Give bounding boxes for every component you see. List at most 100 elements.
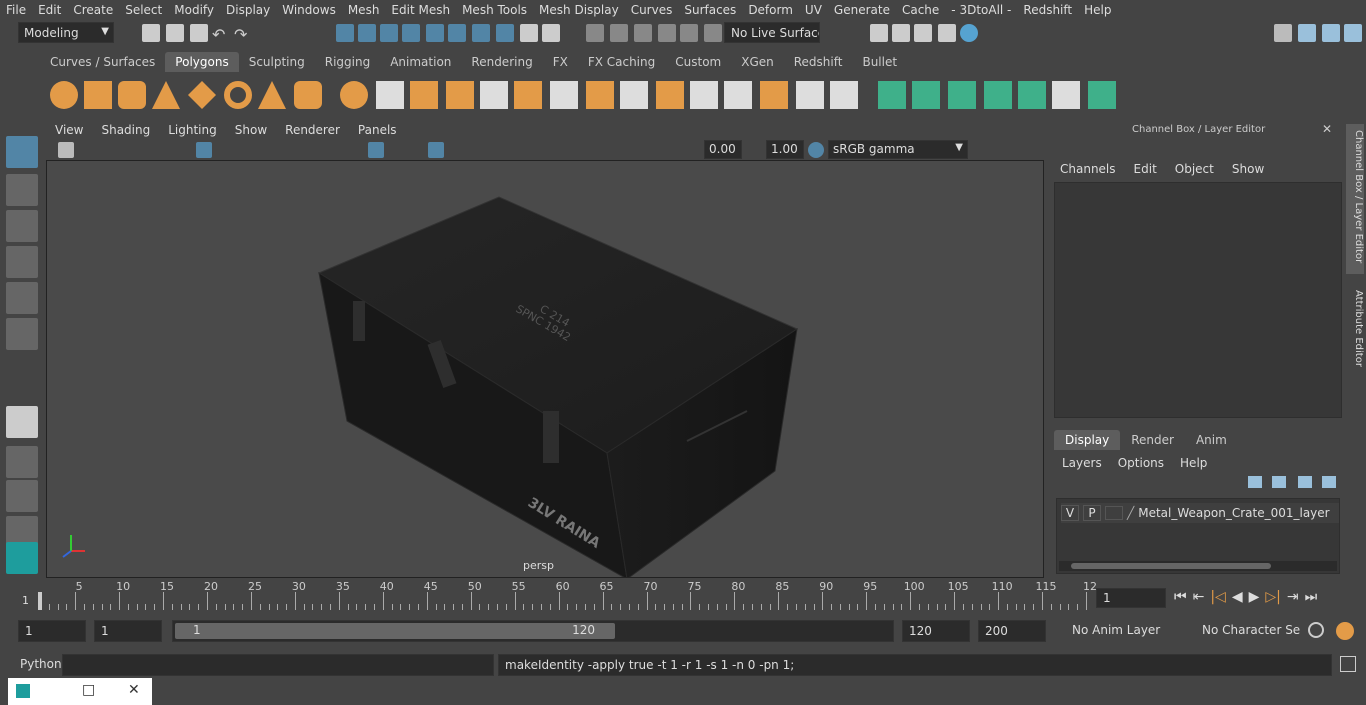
menu-cache[interactable]: Cache	[896, 3, 945, 17]
fill-hole-icon[interactable]	[796, 81, 824, 109]
anim-layer-dropdown[interactable]: No Anim Layer	[1066, 620, 1178, 642]
color-space-dropdown[interactable]: sRGB gamma ▼	[828, 140, 968, 159]
current-frame-field[interactable]: 1	[1096, 588, 1166, 608]
menu-mesh[interactable]: Mesh	[342, 3, 386, 17]
combine-icon[interactable]	[340, 81, 368, 109]
hypershade-icon[interactable]	[960, 24, 978, 42]
channel-box-toggle-icon[interactable]	[1344, 24, 1362, 42]
new-layer-selected-icon[interactable]	[1322, 476, 1336, 488]
poly-prism-icon[interactable]	[258, 81, 286, 109]
poly-sphere-icon[interactable]	[50, 81, 78, 109]
layer-visibility-toggle[interactable]: V	[1061, 505, 1079, 521]
play-back-icon[interactable]: ◀	[1232, 589, 1243, 605]
unfold-icon[interactable]	[1088, 81, 1116, 109]
step-back-frame-icon[interactable]: |◁	[1210, 589, 1225, 605]
new-layer-icon[interactable]	[1298, 476, 1312, 488]
magnet-icon[interactable]	[586, 24, 604, 42]
bevel-icon[interactable]	[514, 81, 542, 109]
snap-curve-icon[interactable]	[426, 24, 444, 42]
snap-point-icon[interactable]	[448, 24, 466, 42]
mode-dropdown[interactable]: Modeling ▼	[18, 22, 114, 43]
open-scene-icon[interactable]	[166, 24, 184, 42]
bool-intersection-icon[interactable]	[760, 81, 788, 109]
layer-playback-toggle[interactable]: P	[1083, 505, 1101, 521]
snap-surface-icon[interactable]	[496, 24, 514, 42]
layer-color-swatch[interactable]	[1105, 506, 1123, 520]
rotate-tool-icon[interactable]	[6, 282, 38, 314]
select-tool-icon[interactable]	[6, 136, 38, 168]
symmetry-icon[interactable]	[610, 24, 628, 42]
minimized-window[interactable]: □ ✕	[8, 678, 152, 705]
layer-tab-render[interactable]: Render	[1120, 430, 1185, 450]
poly-pipe-icon[interactable]	[294, 81, 322, 109]
panel-menu-view[interactable]: View	[46, 123, 92, 137]
maximize-icon[interactable]: □	[82, 682, 95, 698]
panel-menu-lighting[interactable]: Lighting	[159, 123, 226, 137]
poly-cone-icon[interactable]	[152, 81, 180, 109]
layer-row[interactable]: V P ╱ Metal_Weapon_Crate_001_layer	[1061, 503, 1339, 523]
render-view-icon[interactable]	[870, 24, 888, 42]
layer-tab-display[interactable]: Display	[1054, 430, 1121, 450]
panel-menu-shading[interactable]: Shading	[92, 123, 159, 137]
gamma-field[interactable]: 1.00	[766, 140, 804, 159]
shelf-tab-redshift[interactable]: Redshift	[784, 52, 853, 72]
character-set-dropdown[interactable]: No Character Set	[1196, 620, 1300, 642]
close-icon[interactable]: ✕	[1322, 122, 1332, 136]
panel-menu-panels[interactable]: Panels	[349, 123, 406, 137]
grid-icon[interactable]	[196, 142, 212, 158]
menu-file[interactable]: File	[0, 3, 32, 17]
color-management-icon[interactable]	[808, 142, 824, 158]
snap-grid-icon[interactable]	[402, 24, 420, 42]
poly-cube-icon[interactable]	[84, 81, 112, 109]
render-settings-icon[interactable]	[938, 24, 956, 42]
select-by-component-icon[interactable]	[380, 24, 398, 42]
select-by-object-icon[interactable]	[358, 24, 376, 42]
mirror-icon[interactable]	[446, 81, 474, 109]
planar-uv-icon[interactable]	[878, 81, 906, 109]
spherical-uv-icon[interactable]	[948, 81, 976, 109]
smooth-shade-icon[interactable]	[368, 142, 384, 158]
xray-icon[interactable]	[428, 142, 444, 158]
four-view-icon[interactable]	[6, 446, 38, 478]
menu-edit[interactable]: Edit	[32, 3, 67, 17]
save-scene-icon[interactable]	[190, 24, 208, 42]
shelf-tab-xgen[interactable]: XGen	[731, 52, 784, 72]
layer-tab-anim[interactable]: Anim	[1185, 430, 1238, 450]
play-forward-icon[interactable]: ▶	[1249, 589, 1260, 605]
auto-uv-icon[interactable]	[984, 81, 1012, 109]
smooth-icon[interactable]	[410, 81, 438, 109]
menu-create[interactable]: Create	[67, 3, 119, 17]
persp-outliner-icon[interactable]	[6, 480, 38, 512]
undo-icon[interactable]: ↶	[212, 25, 230, 44]
menu-select[interactable]: Select	[119, 3, 168, 17]
lasso-tool-icon[interactable]	[6, 174, 38, 206]
poly-torus-icon[interactable]	[224, 81, 252, 109]
layer-menu-help[interactable]: Help	[1180, 456, 1207, 470]
move-tool-icon[interactable]	[6, 246, 38, 278]
target-weld-icon[interactable]	[656, 81, 684, 109]
go-to-end-icon[interactable]: ⏭	[1305, 589, 1318, 605]
channel-menu-edit[interactable]: Edit	[1134, 162, 1157, 176]
script-editor-icon[interactable]	[1340, 656, 1356, 672]
command-language-label[interactable]: Python	[20, 657, 62, 671]
lock-icon[interactable]	[520, 24, 538, 42]
layer-menu-layers[interactable]: Layers	[1062, 456, 1102, 470]
channel-menu-object[interactable]: Object	[1175, 162, 1214, 176]
menu-help[interactable]: Help	[1078, 3, 1117, 17]
anim-end-field[interactable]: 200	[978, 620, 1046, 642]
channel-menu-show[interactable]: Show	[1232, 162, 1264, 176]
menu-edit-mesh[interactable]: Edit Mesh	[385, 3, 456, 17]
end-time-field[interactable]: 120	[902, 620, 970, 642]
live-surface-field[interactable]: No Live Surface	[724, 22, 820, 43]
channel-box-side-tab[interactable]: Channel Box / Layer Editor	[1346, 124, 1364, 274]
layer-scrollbar[interactable]	[1059, 561, 1337, 571]
layer-menu-options[interactable]: Options	[1118, 456, 1164, 470]
bridge-icon[interactable]	[550, 81, 578, 109]
shelf-tab-rigging[interactable]: Rigging	[315, 52, 380, 72]
viewport[interactable]: C 214 SPNC 1942 3LV RAINA persp	[46, 160, 1044, 578]
step-forward-frame-icon[interactable]: ▷|	[1265, 589, 1280, 605]
shelf-tab-custom[interactable]: Custom	[665, 52, 731, 72]
history-icon[interactable]	[634, 24, 652, 42]
range-slider-handle[interactable]: 1 120	[175, 623, 615, 639]
panel-menu-show[interactable]: Show	[226, 123, 276, 137]
